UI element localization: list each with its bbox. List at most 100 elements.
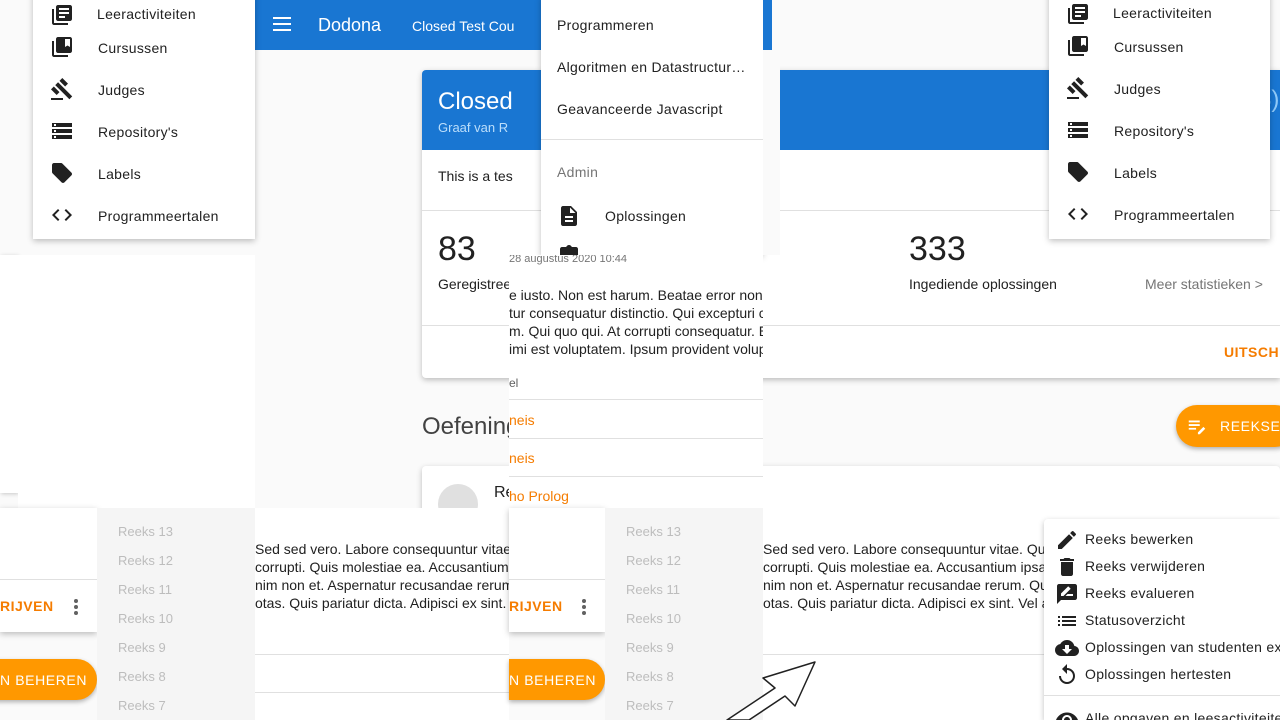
series-list-item[interactable]: Reeks 13 [118, 524, 173, 539]
top-app-bar-edge [763, 0, 772, 50]
description-line: nim non et. Aspernatur recusandae rerum.… [763, 577, 1048, 593]
popup-paragraph-line: imi est voluptatem. Ipsum provident volu… [509, 341, 763, 357]
courses-icon [50, 35, 74, 59]
exercise-link[interactable]: neis [509, 450, 535, 466]
admin-section-header: Admin [557, 164, 599, 180]
series-list-item[interactable]: Reeks 10 [118, 611, 173, 626]
table-divider [509, 476, 763, 477]
course-item-javascript[interactable]: Geavanceerde Javascript [557, 101, 723, 117]
activities-icon [1066, 2, 1090, 26]
series-list-item[interactable]: Reeks 7 [626, 698, 674, 713]
playlist-edit-icon [1186, 415, 1208, 437]
table-divider [255, 654, 509, 655]
menu-item-programming-languages[interactable]: Programmeertalen [1114, 207, 1235, 223]
stat-registered-value: 83 [438, 230, 476, 268]
server-icon [50, 119, 74, 143]
admin-item-submissions[interactable]: Oplossingen [605, 208, 686, 224]
more-vert-icon[interactable] [582, 599, 586, 617]
menu-item-activities[interactable]: Leeractiviteiten [97, 6, 196, 22]
series-list-item[interactable]: Reeks 9 [626, 640, 674, 655]
list-icon [1055, 609, 1076, 629]
left-nav-menu: Leeractiviteiten Cursussen Judges Reposi… [33, 0, 255, 239]
stat-registered-label: Geregistree [438, 276, 512, 292]
card-divider [509, 579, 605, 580]
series-list-item[interactable]: Reeks 8 [626, 669, 674, 684]
exercises-heading: Oefening [422, 413, 520, 440]
menu-item-labels[interactable]: Labels [1114, 165, 1157, 181]
menu-item-status-overview[interactable]: Statusoverzicht [1085, 612, 1185, 628]
menu-item-evaluate-series[interactable]: Reeks evalueren [1085, 585, 1195, 601]
menu-item-judges[interactable]: Judges [98, 82, 145, 98]
menu-item-retest-submissions[interactable]: Oplossingen hertesten [1085, 666, 1231, 682]
more-statistics-link[interactable]: Meer statistieken > [1145, 276, 1263, 292]
table-divider [255, 692, 509, 693]
right-nav-menu: Leeractiviteiten Cursussen Judges Reposi… [1049, 0, 1270, 239]
manage-label: N BEHEREN [0, 671, 88, 688]
mouse-cursor-icon [725, 660, 817, 720]
series-list-item[interactable]: Reeks 12 [626, 553, 681, 568]
more-vert-icon[interactable] [74, 599, 78, 617]
series-list-item[interactable]: Reeks 8 [118, 669, 166, 684]
dropdown-divider [541, 139, 763, 140]
series-list-item[interactable]: Reeks 12 [118, 553, 173, 568]
description-line: otas. Quis pariatur dicta. Adipisci ex s… [763, 595, 1050, 611]
series-list-item[interactable]: Reeks 7 [118, 698, 166, 713]
manage-button-partial[interactable]: N BEHEREN [509, 659, 605, 700]
menu-item-programming-languages[interactable]: Programmeertalen [98, 208, 219, 224]
breadcrumb-course[interactable]: Closed Test Cou [412, 18, 514, 34]
card-divider [0, 579, 97, 580]
submission-popup: 28 augustus 2020 10:44 e iusto. Non est … [509, 255, 763, 508]
table-divider [509, 399, 763, 400]
submission-date: 28 augustus 2020 10:44 [509, 255, 628, 265]
description-line: Sed sed vero. Labore consequuntur vitae [255, 541, 509, 557]
menu-item-judges[interactable]: Judges [1114, 81, 1161, 97]
exercise-link[interactable]: ho Prolog [509, 488, 569, 504]
description-line: nim non et. Aspernatur recusandae rerum [255, 577, 509, 593]
menu-item-courses[interactable]: Cursussen [1114, 39, 1184, 55]
series-list-item[interactable]: Reeks 13 [626, 524, 681, 539]
menu-item-repositories[interactable]: Repository's [1114, 123, 1194, 139]
manage-series-button[interactable]: REEKSE [1176, 405, 1280, 447]
series-list-item[interactable]: Reeks 9 [118, 640, 166, 655]
menu-item-labels[interactable]: Labels [98, 166, 141, 182]
description-line: corrupti. Quis molestiae ea. Accusantium [255, 559, 509, 575]
register-button-partial[interactable]: RIJVEN [0, 598, 54, 614]
menu-item-repositories[interactable]: Repository's [98, 124, 178, 140]
menu-item-courses[interactable]: Cursussen [98, 40, 168, 56]
code-icon [1066, 202, 1090, 226]
series-list-item[interactable]: Reeks 11 [118, 582, 172, 597]
evaluate-icon [1055, 582, 1077, 604]
labels-icon [1066, 160, 1090, 184]
course-item-programmeren[interactable]: Programmeren [557, 17, 654, 33]
menu-item-export-submissions[interactable]: Oplossingen van studenten ex [1085, 639, 1280, 655]
menu-item-all-exercises[interactable]: Alle opgaven en leesactiviteiten [1085, 710, 1280, 720]
menu-item-activities[interactable]: Leeractiviteiten [1113, 5, 1212, 21]
course-dropdown-menu: Programmeren Algoritmen en Datastructur…… [541, 0, 763, 255]
series-context-menu: Reeks bewerken Reeks verwijderen Reeks e… [1044, 519, 1280, 720]
menu-item-delete-series[interactable]: Reeks verwijderen [1085, 558, 1205, 574]
course-card-subtitle: Graaf van R [438, 120, 509, 135]
server-icon [1066, 118, 1090, 142]
manage-button-partial[interactable]: N BEHEREN [0, 659, 97, 700]
series-list-item[interactable]: Reeks 10 [626, 611, 681, 626]
unsubscribe-button[interactable]: UITSCH [1224, 344, 1279, 360]
gavel-icon [50, 77, 74, 101]
bottom-middle-card: RIJVEN [509, 508, 605, 632]
labels-icon [50, 161, 74, 185]
description-line: otas. Quis pariatur dicta. Adipisci ex s… [255, 595, 509, 611]
code-icon [50, 203, 74, 227]
series-list-left: Reeks 13 Reeks 12 Reeks 11 Reeks 10 Reek… [97, 508, 255, 720]
table-divider [509, 438, 763, 439]
hamburger-menu-icon[interactable] [273, 17, 291, 31]
register-button-partial[interactable]: RIJVEN [509, 598, 563, 614]
clipboard-icon [557, 244, 581, 255]
menu-divider [1044, 695, 1280, 696]
series-list-item[interactable]: Reeks 11 [626, 582, 680, 597]
menu-item-edit-series[interactable]: Reeks bewerken [1085, 531, 1193, 547]
exercise-link[interactable]: neis [509, 412, 535, 428]
course-item-algoritmen[interactable]: Algoritmen en Datastructur… [557, 59, 753, 75]
gavel-icon [1066, 76, 1090, 100]
refresh-icon [1055, 663, 1075, 684]
description-line: Sed sed vero. Labore consequuntur vitae.… [763, 541, 1049, 557]
app-name[interactable]: Dodona [318, 15, 381, 36]
